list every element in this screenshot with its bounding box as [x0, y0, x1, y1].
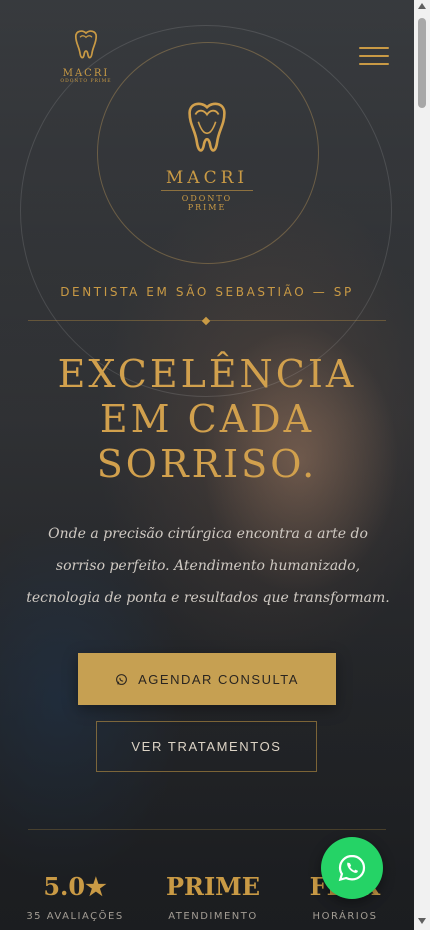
logo-brand-text: MACRI	[62, 68, 110, 79]
whatsapp-icon	[338, 854, 366, 882]
headline-line: EXCELÊNCIA	[57, 352, 357, 396]
scrollbar-track[interactable]	[414, 0, 430, 930]
view-treatments-button[interactable]: VER TRATAMENTOS	[96, 721, 317, 772]
stats-divider	[28, 829, 386, 830]
stat-label: ATENDIMENTO	[168, 911, 258, 922]
tooth-logo-icon	[74, 30, 98, 59]
headline-line: EM CADA	[99, 397, 315, 441]
scrollbar-thumb[interactable]	[418, 18, 426, 108]
hamburger-menu-icon[interactable]	[359, 47, 389, 67]
scroll-up-arrow-icon[interactable]	[418, 3, 426, 9]
logo-sub-text: ODONTO PRIME	[60, 79, 112, 84]
stat-value: PRIME	[165, 872, 261, 901]
schedule-appointment-button[interactable]: AGENDAR CONSULTA	[78, 653, 336, 705]
headline-line: SORRISO.	[96, 442, 318, 486]
logo-brand-text: MACRI	[165, 168, 249, 188]
logo-sub-text: ODONTO PRIME	[161, 190, 253, 212]
hero-logo: MACRI ODONTO PRIME	[147, 98, 267, 212]
stat-value: 5.0★	[43, 872, 107, 901]
header-logo[interactable]: MACRI ODONTO PRIME	[55, 28, 117, 84]
scroll-down-arrow-icon[interactable]	[418, 918, 426, 924]
stat-label: 35 AVALIAÇÕES	[26, 911, 124, 922]
hero-lead-text: Onde a precisão cirúrgica encontra a art…	[26, 526, 390, 606]
location-eyebrow: DENTISTA EM SÃO SEBASTIÃO — SP	[60, 285, 354, 299]
stat-rating: 5.0★ 35 AVALIAÇÕES	[15, 872, 135, 922]
whatsapp-icon	[116, 673, 128, 685]
schedule-appointment-label: AGENDAR CONSULTA	[138, 671, 299, 687]
stat-service: PRIME ATENDIMENTO	[153, 872, 273, 922]
whatsapp-float-button[interactable]	[321, 837, 383, 899]
tooth-logo-icon	[188, 102, 226, 152]
hero-section: MACRI ODONTO PRIME MACRI ODONTO PRIME DE…	[0, 0, 414, 930]
hero-headline: EXCELÊNCIA EM CADA SORRISO.	[0, 352, 414, 487]
view-treatments-label: VER TRATAMENTOS	[131, 739, 282, 754]
stat-label: HORÁRIOS	[312, 911, 378, 922]
